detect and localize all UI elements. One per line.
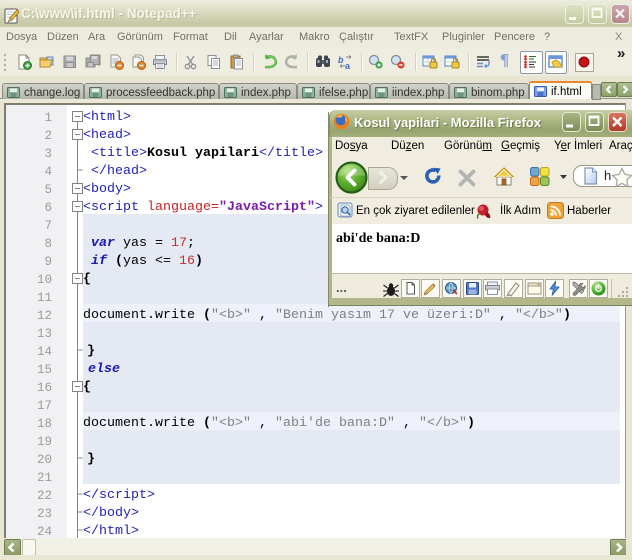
svg-text:b: b	[338, 55, 344, 65]
svg-text:a: a	[345, 61, 351, 70]
